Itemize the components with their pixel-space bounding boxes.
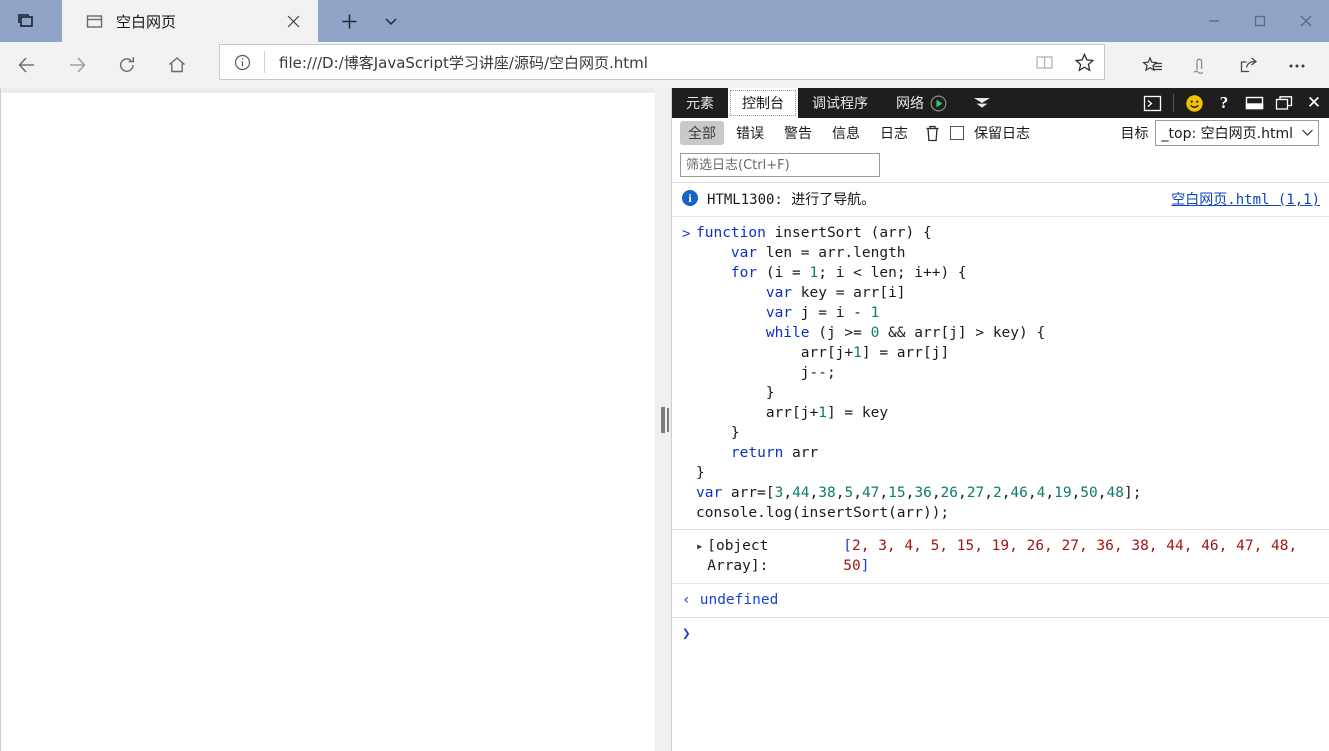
devtools-close-icon[interactable]: ✕ — [1299, 88, 1329, 118]
tab-title: 空白网页 — [116, 12, 177, 31]
info-circle-icon: i — [682, 190, 698, 206]
preserve-log-checkbox[interactable] — [950, 126, 964, 140]
show-all-tabs-icon[interactable] — [0, 0, 52, 42]
chevron-down-icon — [1301, 125, 1314, 141]
tab-network[interactable]: 网络 — [882, 88, 961, 118]
address-separator — [264, 51, 265, 73]
splitter-grip — [661, 406, 665, 433]
share-icon[interactable] — [1225, 50, 1273, 82]
forward-button[interactable] — [56, 50, 98, 80]
browser-tab[interactable]: 空白网页 — [62, 0, 318, 42]
console-output: i HTML1300: 进行了导航。 空白网页.html (1,1) > fun… — [672, 182, 1329, 650]
tab-console-label: 控制台 — [742, 96, 784, 112]
console-code-echo: function insertSort (arr) { var len = ar… — [696, 225, 1142, 521]
back-button[interactable] — [6, 50, 48, 80]
tab-debugger-label: 调试程序 — [812, 96, 868, 112]
return-caret-icon: ‹ — [682, 592, 691, 608]
address-bar[interactable]: file:///D:/博客JavaScript学习讲座/源码/空白网页.html — [219, 44, 1105, 80]
feedback-smiley-icon[interactable] — [1179, 88, 1209, 118]
tab-console[interactable]: 控制台 — [728, 88, 798, 118]
target-select[interactable]: _top: 空白网页.html — [1154, 120, 1319, 146]
help-icon[interactable]: ? — [1209, 88, 1239, 118]
devtools-tabbar-actions: ? ✕ — [1137, 88, 1329, 118]
home-button[interactable] — [156, 50, 198, 80]
expander-triangle-icon[interactable]: ▸ — [696, 536, 703, 556]
devtools-close-label: ✕ — [1306, 93, 1322, 112]
preserve-log-label[interactable]: 保留日志 — [966, 121, 1038, 145]
new-tab-button[interactable] — [332, 7, 366, 35]
filter-all[interactable]: 全部 — [680, 121, 724, 145]
tab-elements-label: 元素 — [686, 96, 714, 112]
more-tabs-chevron-down-icon[interactable] — [961, 88, 1003, 118]
window-controls — [1191, 0, 1329, 42]
help-label: ? — [1219, 93, 1229, 112]
tab-debugger[interactable]: 调试程序 — [798, 88, 882, 118]
console-input-caret-icon: ❯ — [682, 626, 691, 642]
array-open-bracket: [ — [843, 538, 852, 554]
toolbar-actions — [1129, 50, 1321, 82]
console-message-source-link[interactable]: 空白网页.html (1,1) — [1171, 189, 1320, 209]
console-output-array: [2, 3, 4, 5, 15, 19, 26, 27, 36, 38, 44,… — [843, 536, 1325, 576]
devtools-splitter[interactable] — [655, 88, 671, 751]
undock-icon[interactable] — [1269, 88, 1299, 118]
page-icon — [84, 11, 104, 31]
hub-favorites-icon[interactable] — [1129, 50, 1177, 82]
tab-network-label: 网络 — [896, 96, 924, 112]
console-return-row[interactable]: ‹ undefined — [672, 584, 1329, 618]
page-content-area[interactable] — [0, 88, 656, 751]
filter-errors[interactable]: 错误 — [728, 121, 772, 145]
play-circle-icon[interactable] — [930, 94, 947, 112]
console-prompt-marker: > — [682, 226, 691, 242]
devtools-tabbar: 元素 控制台 调试程序 网络 ? ✕ — [672, 88, 1329, 118]
array-values: 2, 3, 4, 5, 15, 19, 26, 27, 36, 38, 44, … — [843, 538, 1298, 574]
maximize-button[interactable] — [1237, 0, 1283, 42]
refresh-button[interactable] — [106, 50, 148, 80]
page-top-edge — [1, 88, 656, 93]
console-drawer-icon[interactable] — [1137, 88, 1167, 118]
devtools-panel: 元素 控制台 调试程序 网络 ? ✕ 全部 错误 警告 信息 日志 保留日志 目… — [671, 88, 1329, 751]
close-button[interactable] — [1283, 0, 1329, 42]
tab-menu-chevron-down-icon[interactable] — [374, 7, 408, 35]
console-input-row[interactable]: ❯ — [672, 618, 1329, 650]
array-close-bracket: ] — [860, 558, 870, 574]
filter-logs[interactable]: 日志 — [872, 121, 916, 145]
toolbar-divider — [1167, 88, 1179, 118]
star-icon[interactable] — [1064, 45, 1104, 79]
browser-window: 空白网页 file:///D:/博客JavaScript学习讲座/源码/空白网页… — [0, 0, 1329, 751]
filter-warnings[interactable]: 警告 — [776, 121, 820, 145]
console-input-echo[interactable]: > function insertSort (arr) { var len = … — [672, 217, 1329, 529]
address-value: file:///D:/博客JavaScript学习讲座/源码/空白网页.html — [279, 53, 648, 72]
info-circle-icon[interactable] — [220, 45, 264, 79]
console-message-row[interactable]: i HTML1300: 进行了导航。 空白网页.html (1,1) — [672, 182, 1329, 217]
console-return-value: undefined — [699, 592, 779, 608]
minimize-button[interactable] — [1191, 0, 1237, 42]
target-label: 目标 — [1120, 126, 1149, 142]
checkbox-box — [950, 126, 964, 140]
target-select-value: _top: 空白网页.html — [1161, 126, 1293, 142]
settings-more-icon[interactable] — [1273, 50, 1321, 82]
book-icon[interactable] — [1024, 45, 1064, 79]
console-message-text: HTML1300: 进行了导航。 — [707, 192, 876, 208]
target-selector-group: 目标 _top: 空白网页.html — [1121, 120, 1323, 146]
console-filter-input[interactable] — [680, 153, 880, 177]
web-note-icon[interactable] — [1177, 50, 1225, 82]
dock-bottom-icon[interactable] — [1239, 88, 1269, 118]
title-bar: 空白网页 — [0, 0, 1329, 42]
trash-icon[interactable] — [918, 121, 946, 145]
address-actions — [1024, 45, 1104, 79]
console-filter-bar: 全部 错误 警告 信息 日志 保留日志 目标 _top: 空白网页.html — [672, 118, 1329, 148]
tab-close-icon[interactable] — [282, 10, 304, 32]
tab-elements[interactable]: 元素 — [672, 88, 728, 118]
console-output-label: [object Array]: — [707, 538, 769, 574]
filter-info[interactable]: 信息 — [824, 121, 868, 145]
console-output-row[interactable]: ▸ [object Array]: [2, 3, 4, 5, 15, 19, 2… — [672, 529, 1329, 584]
console-search-row — [672, 148, 1329, 182]
